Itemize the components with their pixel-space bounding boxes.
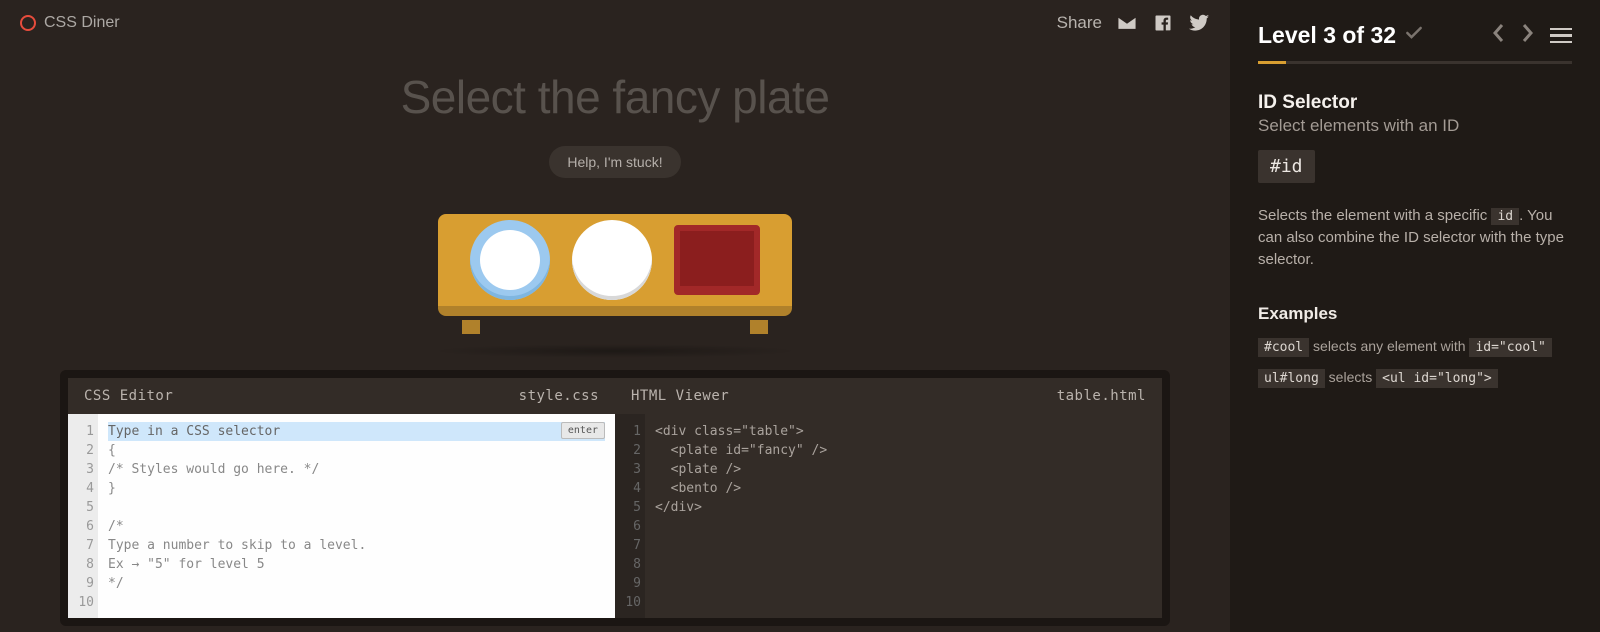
top-header: CSS Diner Share	[0, 0, 1230, 46]
help-button[interactable]: Help, I'm stuck!	[549, 146, 680, 178]
editor-container: CSS Editor style.css 1 2 3 4 5 6 7 8 9 1…	[60, 370, 1170, 626]
share-group: Share	[1057, 12, 1210, 34]
html-viewer-title: HTML Viewer	[631, 388, 729, 404]
level-indicator: Level 3 of 32	[1258, 22, 1424, 49]
html-viewer-pane: HTML Viewer table.html 1 2 3 4 5 6 7 8 9…	[615, 378, 1162, 618]
sidebar: Level 3 of 32 ID Selector Select element…	[1230, 0, 1600, 632]
css-editor-title: CSS Editor	[84, 388, 173, 404]
html-code: <div class="table"> <plate id="fancy" />…	[645, 414, 1162, 620]
example-row: ul#long selects <ul id="long">	[1258, 369, 1572, 386]
logo-icon	[20, 15, 36, 31]
syntax-example: #id	[1258, 150, 1315, 183]
bento[interactable]	[674, 225, 760, 295]
table-leg	[462, 320, 480, 334]
html-gutter: 1 2 3 4 5 6 7 8 9 10	[615, 414, 645, 620]
table-shadow	[428, 344, 802, 358]
css-code[interactable]: Type in a CSS selector { /* Styles would…	[98, 414, 615, 620]
enter-button[interactable]: enter	[561, 422, 605, 439]
brand-label: CSS Diner	[44, 14, 120, 32]
next-level-button[interactable]	[1520, 23, 1536, 48]
css-gutter: 1 2 3 4 5 6 7 8 9 10	[68, 414, 98, 620]
level-progress	[1258, 61, 1572, 64]
prev-level-button[interactable]	[1490, 23, 1506, 48]
plate[interactable]	[572, 220, 652, 300]
html-viewer-filename: table.html	[1057, 388, 1146, 404]
example-row: #cool selects any element with id="cool"	[1258, 338, 1572, 355]
brand[interactable]: CSS Diner	[20, 14, 120, 32]
selector-name: ID Selector	[1258, 92, 1572, 114]
facebook-icon[interactable]	[1152, 12, 1174, 34]
selector-subtitle: Select elements with an ID	[1258, 116, 1572, 136]
mail-icon[interactable]	[1116, 12, 1138, 34]
twitter-icon[interactable]	[1188, 12, 1210, 34]
level-label: Level 3 of 32	[1258, 22, 1396, 49]
examples-heading: Examples	[1258, 304, 1572, 324]
order-title: Select the fancy plate	[0, 70, 1230, 124]
share-label: Share	[1057, 13, 1102, 33]
menu-icon[interactable]	[1550, 28, 1572, 44]
selector-description: Selects the element with a specific id. …	[1258, 205, 1572, 270]
table-leg	[750, 320, 768, 334]
css-editor-pane: CSS Editor style.css 1 2 3 4 5 6 7 8 9 1…	[68, 378, 615, 618]
css-editor-filename: style.css	[519, 388, 599, 404]
check-icon	[1404, 22, 1424, 49]
game-table	[0, 214, 1230, 334]
table-top	[438, 214, 792, 316]
plate-fancy[interactable]	[470, 220, 550, 300]
